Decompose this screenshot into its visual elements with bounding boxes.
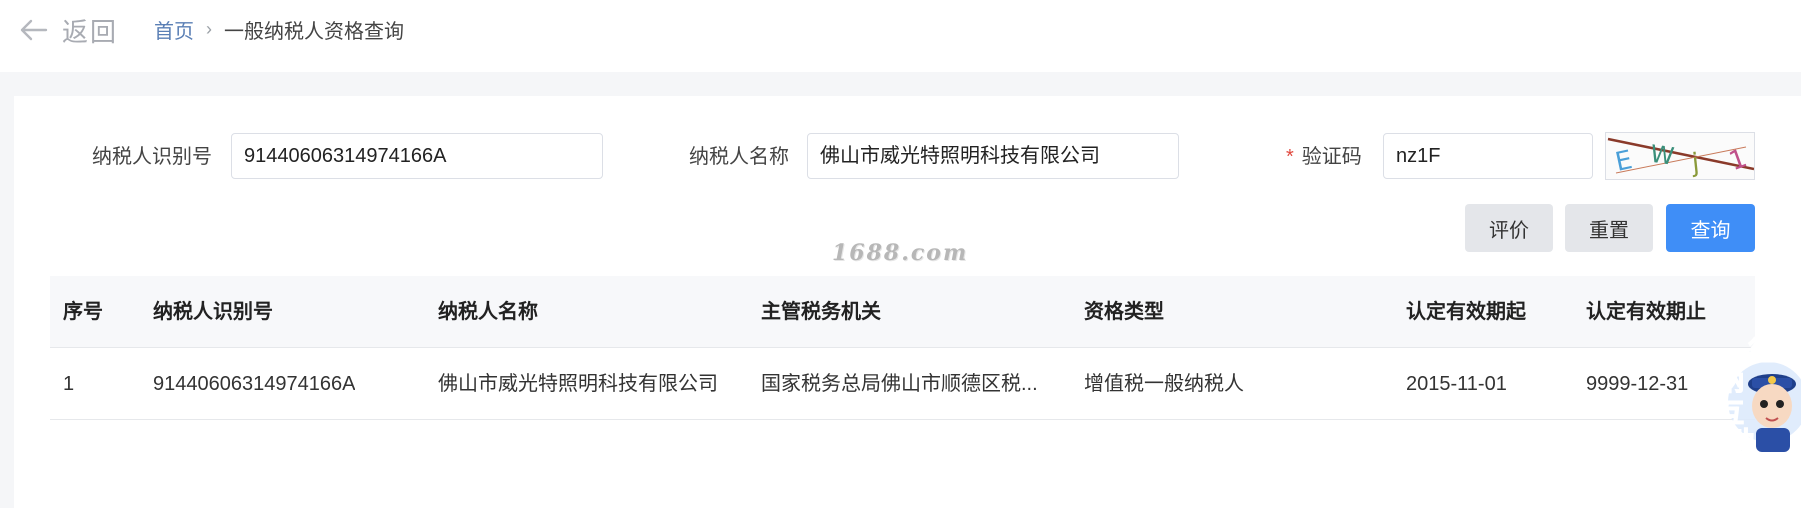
column-header-valid-from: 认定有效期起	[1406, 301, 1526, 323]
captcha-input[interactable]: nz1F	[1383, 133, 1593, 179]
query-button[interactable]: 查询	[1666, 204, 1755, 252]
captcha-label-group: * 验证码	[1286, 134, 1362, 180]
chevron-right-icon: ›	[206, 18, 212, 39]
top-bar: 返回 首页 › 一般纳税人资格查询	[0, 0, 1801, 72]
arrow-left-icon	[20, 19, 48, 41]
column-header-taxpayer-name: 纳税人名称	[438, 301, 538, 323]
table-header: 序号 纳税人识别号 纳税人名称 主管税务机关 资格类型 认定有效期起 认定有效期…	[50, 276, 1755, 348]
column-header-index: 序号	[63, 301, 103, 323]
captcha-char: W	[1648, 140, 1675, 171]
table-row: 1 91440606314974166A 佛山市威光特照明科技有限公司 国家税务…	[50, 348, 1755, 420]
cell-tax-authority: 国家税务总局佛山市顺德区税...	[761, 373, 1038, 395]
cell-taxpayer-id: 91440606314974166A	[153, 373, 356, 395]
mascot-char: 动	[1728, 427, 1754, 455]
cell-index: 1	[63, 373, 75, 395]
mascot-char: 纳	[1718, 366, 1744, 397]
column-header-valid-to: 认定有效期止	[1586, 301, 1706, 323]
breadcrumb: 首页 › 一般纳税人资格查询	[154, 14, 404, 44]
captcha-char: j	[1689, 148, 1700, 179]
captcha-char: 1	[1725, 143, 1751, 177]
cell-taxpayer-name: 佛山市威光特照明科技有限公司	[438, 373, 718, 395]
reset-button[interactable]: 重置	[1565, 204, 1653, 252]
taxpayer-id-label: 纳税人识别号	[92, 146, 212, 168]
required-mark: *	[1286, 146, 1294, 168]
captcha-image[interactable]: E W j 1	[1605, 132, 1755, 180]
mascot-icon: 征 纳 互 动	[1717, 336, 1801, 458]
column-header-tax-authority: 主管税务机关	[761, 301, 881, 323]
mascot-char: 互	[1718, 399, 1744, 429]
zhengna-hudong-widget[interactable]: 征 纳 互 动	[1712, 330, 1801, 458]
captcha-graphic: E W j 1	[1607, 137, 1754, 179]
back-label: 返回	[62, 16, 119, 47]
mascot-char: 征	[1748, 337, 1774, 367]
cell-valid-from: 2015-11-01	[1406, 373, 1507, 395]
column-header-qualification-type: 资格类型	[1084, 301, 1164, 323]
watermark: 1688.com	[832, 240, 969, 266]
taxpayer-name-input[interactable]: 佛山市威光特照明科技有限公司	[807, 133, 1179, 179]
back-button[interactable]: 返回	[18, 10, 118, 50]
taxpayer-id-input[interactable]: 91440606314974166A	[231, 133, 603, 179]
breadcrumb-current: 一般纳税人资格查询	[224, 20, 404, 43]
column-header-taxpayer-id: 纳税人识别号	[153, 301, 273, 323]
breadcrumb-home-link[interactable]: 首页	[154, 15, 194, 44]
captcha-label: 验证码	[1301, 146, 1362, 168]
taxpayer-name-label: 纳税人名称	[689, 146, 789, 168]
evaluate-button[interactable]: 评价	[1465, 204, 1553, 252]
cell-qualification-type: 增值税一般纳税人	[1084, 373, 1244, 395]
